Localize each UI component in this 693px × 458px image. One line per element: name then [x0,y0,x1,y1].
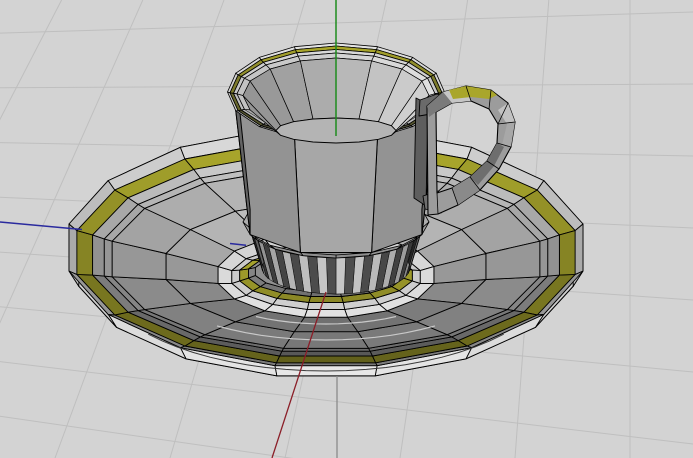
scene-canvas[interactable] [0,0,693,458]
3d-viewport[interactable] [0,0,693,458]
